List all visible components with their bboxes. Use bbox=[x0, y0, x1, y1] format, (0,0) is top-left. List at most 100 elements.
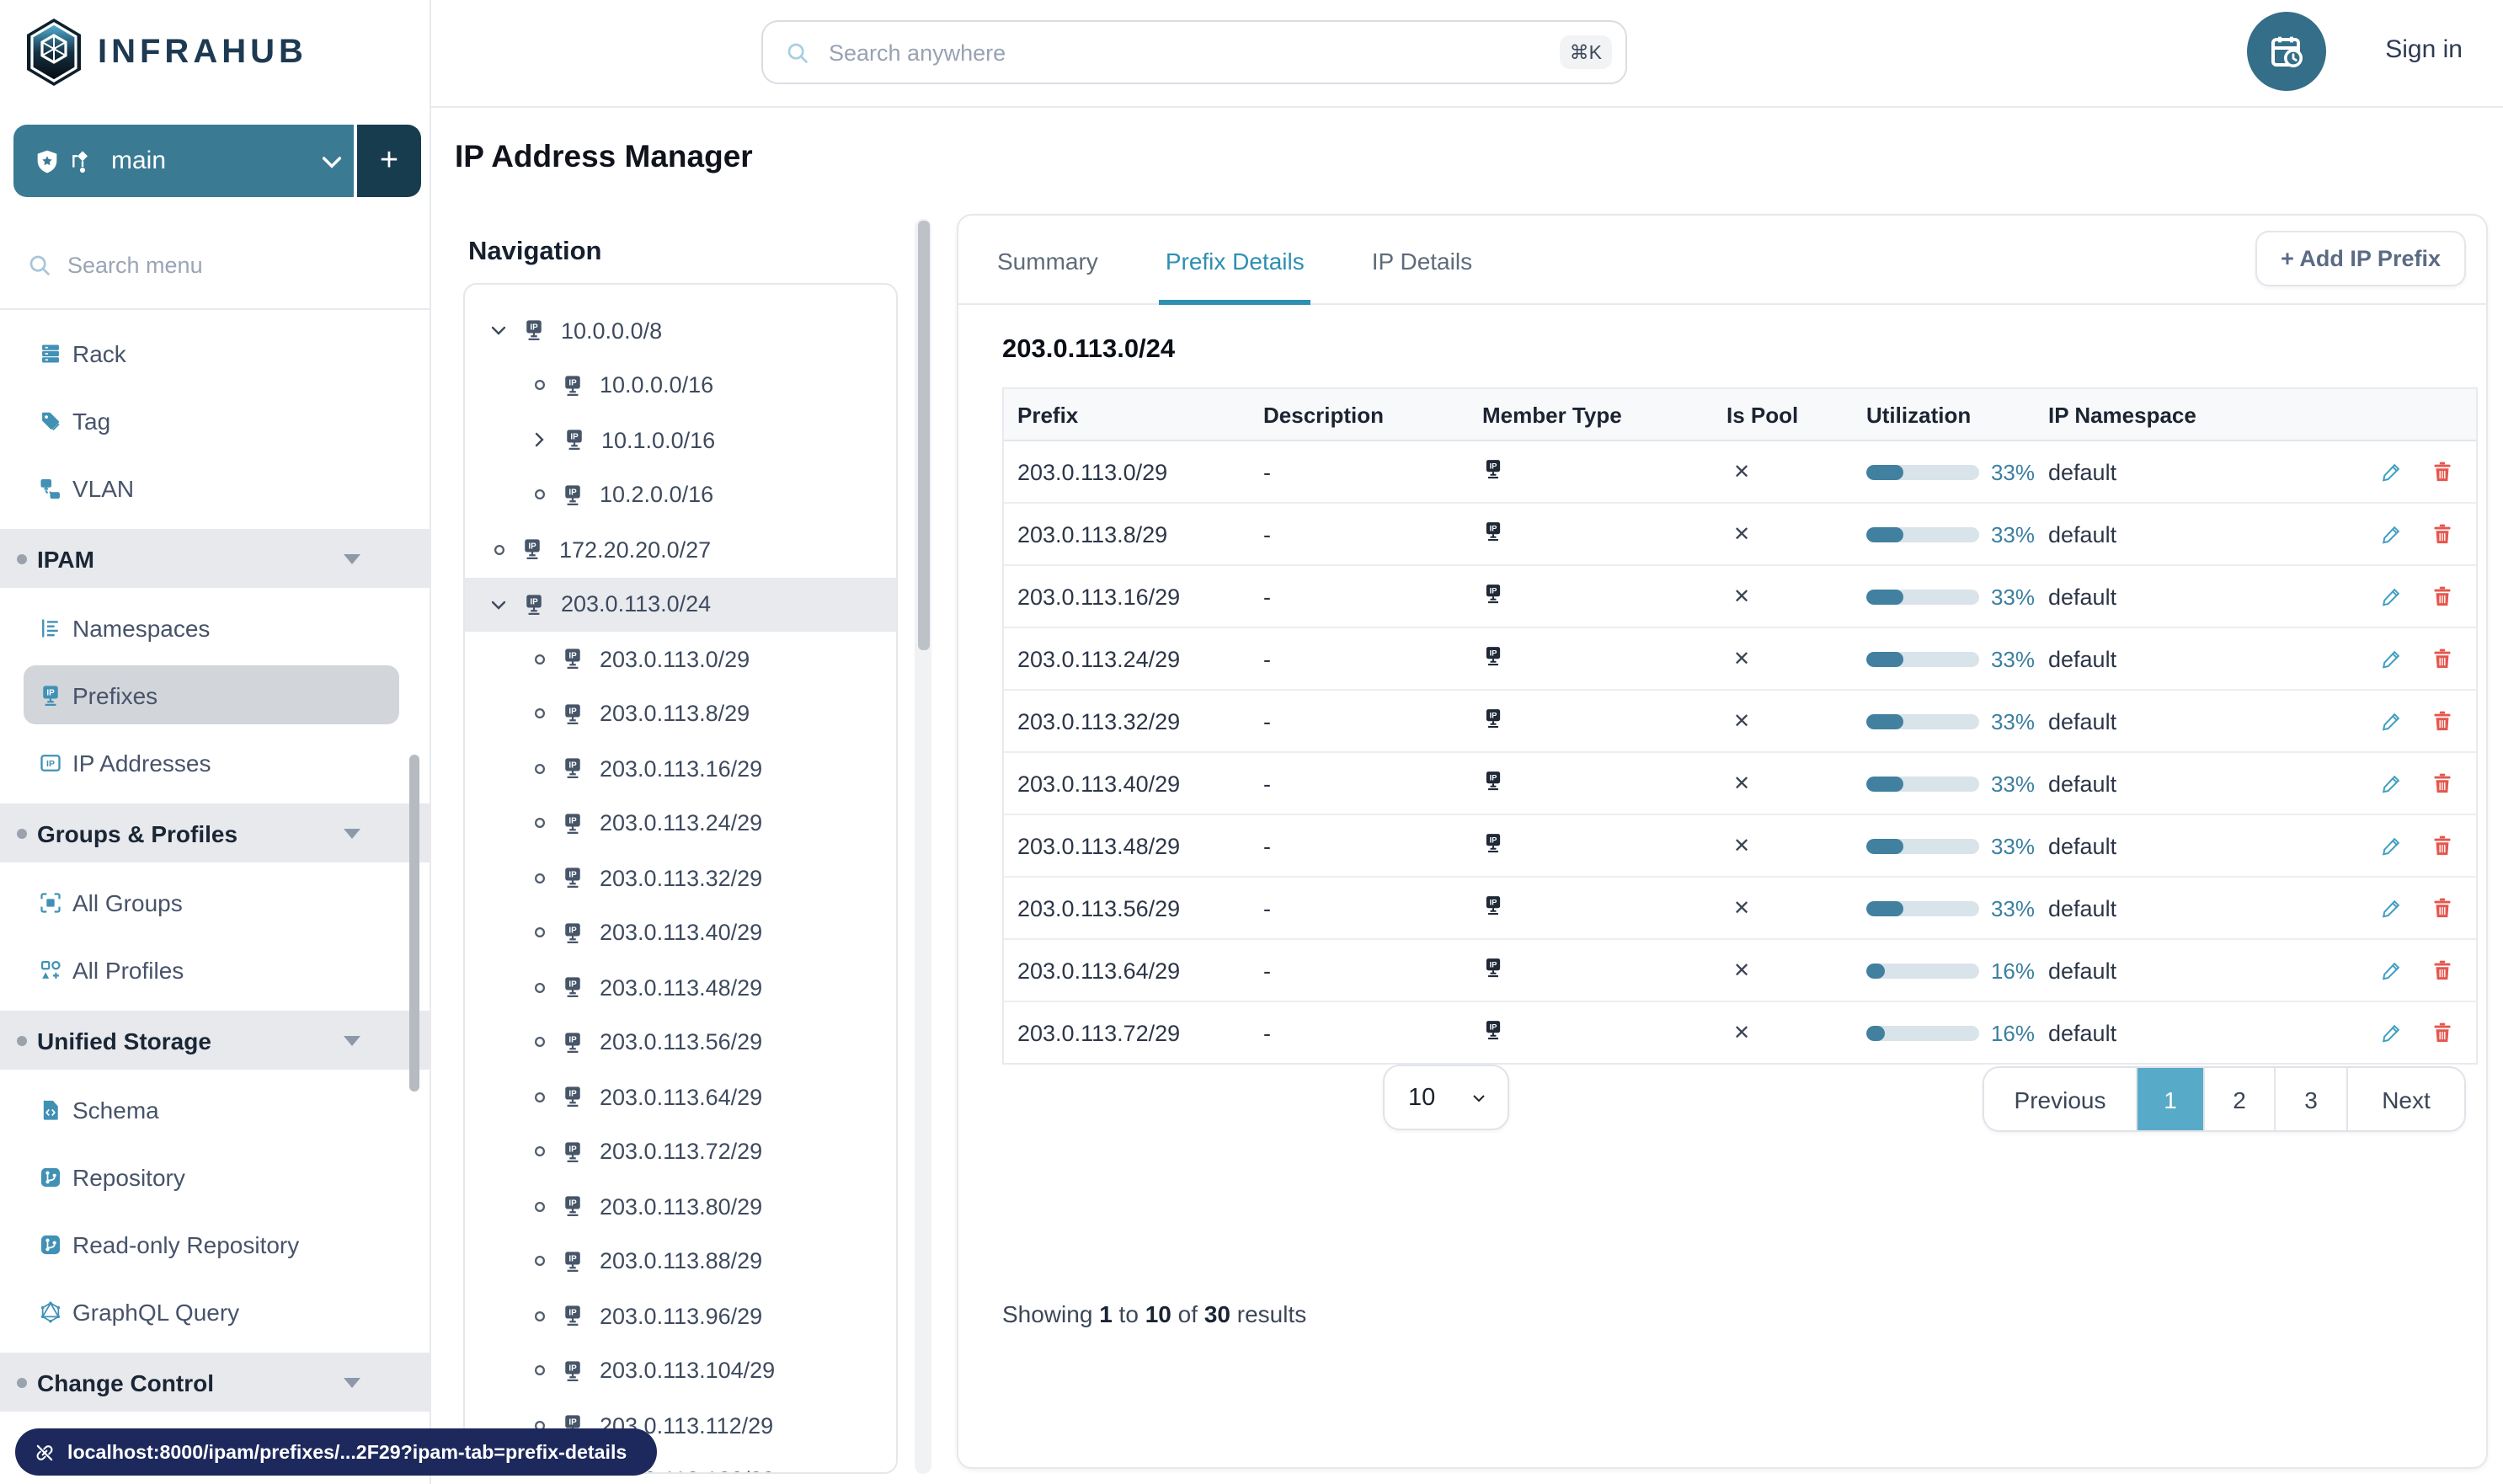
svg-text:IP: IP bbox=[1490, 836, 1497, 845]
tree-item[interactable]: IP 10.0.0.0/16 bbox=[465, 358, 896, 413]
tree-item[interactable]: IP 203.0.113.48/29 bbox=[465, 960, 896, 1015]
edit-icon[interactable] bbox=[2380, 585, 2404, 608]
tree-item[interactable]: IP 203.0.113.96/29 bbox=[465, 1289, 896, 1343]
tab-ip-details[interactable]: IP Details bbox=[1365, 248, 1479, 305]
page-button-previous[interactable]: Previous bbox=[1984, 1068, 2136, 1130]
branch-selector[interactable]: main + bbox=[13, 125, 421, 197]
page-button-2[interactable]: 2 bbox=[2203, 1068, 2274, 1130]
utilization-bar bbox=[1866, 776, 1979, 791]
delete-icon[interactable] bbox=[2431, 771, 2454, 795]
sidebar-search-input[interactable] bbox=[64, 250, 430, 279]
tree-item[interactable]: IP 203.0.113.24/29 bbox=[465, 796, 896, 851]
edit-icon[interactable] bbox=[2380, 709, 2404, 733]
global-search-input[interactable] bbox=[825, 38, 1560, 67]
tree-item[interactable]: IP 203.0.113.88/29 bbox=[465, 1234, 896, 1289]
utilization-bar bbox=[1866, 526, 1979, 542]
tree-item[interactable]: IP 203.0.113.16/29 bbox=[465, 741, 896, 796]
sidebar-item-rack[interactable]: Rack bbox=[0, 320, 430, 387]
sidebar-item-vlan[interactable]: VLAN bbox=[0, 455, 430, 522]
sidebar-search[interactable] bbox=[0, 232, 430, 296]
page-button-1[interactable]: 1 bbox=[2136, 1068, 2203, 1130]
sidebar-section-change-control[interactable]: Change Control bbox=[0, 1353, 430, 1412]
sidebar-item-label: GraphQL Query bbox=[72, 1299, 240, 1326]
branch-selector-main[interactable]: main bbox=[13, 125, 354, 197]
tree-scrollbar-thumb[interactable] bbox=[918, 221, 929, 650]
tab-summary[interactable]: Summary bbox=[990, 248, 1105, 305]
schedule-button[interactable] bbox=[2247, 12, 2326, 91]
sidebar-item-label: Rack bbox=[72, 340, 126, 367]
logo[interactable]: INFRAHUB bbox=[0, 0, 430, 106]
sidebar-section-ipam[interactable]: IPAM bbox=[0, 529, 430, 588]
sidebar-item-graphql-query[interactable]: GraphQL Query bbox=[0, 1278, 430, 1346]
sidebar-item-namespaces[interactable]: Namespaces bbox=[0, 595, 430, 662]
tree-item[interactable]: IP 10.0.0.0/8 bbox=[465, 303, 896, 358]
edit-icon[interactable] bbox=[2380, 771, 2404, 795]
tree-item[interactable]: IP 203.0.113.0/29 bbox=[465, 632, 896, 686]
tree-item[interactable]: IP 203.0.113.64/29 bbox=[465, 1070, 896, 1124]
delete-icon[interactable] bbox=[2431, 647, 2454, 670]
delete-icon[interactable] bbox=[2431, 834, 2454, 857]
delete-icon[interactable] bbox=[2431, 709, 2454, 733]
tree-item[interactable]: IP 203.0.113.80/29 bbox=[465, 1179, 896, 1234]
sidebar-item-label: Repository bbox=[72, 1164, 185, 1191]
repository-icon bbox=[39, 1166, 62, 1189]
sidebar-section-label: Unified Storage bbox=[37, 1027, 211, 1054]
tree-item[interactable]: IP 203.0.113.40/29 bbox=[465, 905, 896, 960]
add-ip-prefix-button[interactable]: + Add IP Prefix bbox=[2255, 231, 2466, 286]
delete-icon[interactable] bbox=[2431, 585, 2454, 608]
edit-icon[interactable] bbox=[2380, 647, 2404, 670]
add-branch-button[interactable]: + bbox=[357, 125, 421, 197]
tree-item[interactable]: IP 203.0.113.8/29 bbox=[465, 686, 896, 741]
sidebar-section-unified-storage[interactable]: Unified Storage bbox=[0, 1011, 430, 1070]
sidebar-divider bbox=[0, 308, 430, 310]
global-search[interactable]: ⌘K bbox=[761, 20, 1627, 84]
sidebar-item-repository[interactable]: Repository bbox=[0, 1144, 430, 1211]
page-button-3[interactable]: 3 bbox=[2274, 1068, 2346, 1130]
sidebar-item-schema[interactable]: Schema bbox=[0, 1076, 430, 1144]
edit-icon[interactable] bbox=[2380, 958, 2404, 982]
delete-icon[interactable] bbox=[2431, 522, 2454, 546]
leaf-bullet-icon bbox=[532, 1145, 547, 1160]
edit-icon[interactable] bbox=[2380, 834, 2404, 857]
sidebar-item-tag[interactable]: Tag bbox=[0, 387, 430, 455]
delete-icon[interactable] bbox=[2431, 1021, 2454, 1044]
svg-text:IP: IP bbox=[530, 597, 538, 606]
utilization-bar bbox=[1866, 589, 1979, 604]
cell-is-pool: ✕ bbox=[1733, 709, 1751, 733]
utilization-value: 33% bbox=[1990, 521, 2035, 547]
tab-prefix-details[interactable]: Prefix Details bbox=[1158, 248, 1311, 305]
tree-item[interactable]: IP 10.1.0.0/16 bbox=[465, 413, 896, 467]
page-size-select[interactable]: 10 bbox=[1383, 1065, 1509, 1130]
tree-item[interactable]: IP 203.0.113.32/29 bbox=[465, 851, 896, 905]
svg-text:IP: IP bbox=[568, 1309, 577, 1318]
edit-icon[interactable] bbox=[2380, 460, 2404, 483]
sidebar-section-groups-profiles[interactable]: Groups & Profiles bbox=[0, 803, 430, 862]
tree-item[interactable]: IP 203.0.113.0/24 bbox=[465, 577, 896, 632]
delete-icon[interactable] bbox=[2431, 958, 2454, 982]
sign-in-button[interactable]: Sign in bbox=[2385, 35, 2463, 64]
svg-text:IP: IP bbox=[1490, 1023, 1497, 1032]
sidebar-item-ip-addresses[interactable]: IP IP Addresses bbox=[0, 729, 430, 797]
page-button-next[interactable]: Next bbox=[2346, 1068, 2464, 1130]
sidebar-item-all-groups[interactable]: All Groups bbox=[0, 869, 430, 937]
tree-item[interactable]: IP 203.0.113.104/29 bbox=[465, 1343, 896, 1398]
edit-icon[interactable] bbox=[2380, 522, 2404, 546]
sidebar-item-all-profiles[interactable]: All Profiles bbox=[0, 937, 430, 1004]
tree-item[interactable]: IP 172.20.20.0/27 bbox=[465, 522, 896, 577]
delete-icon[interactable] bbox=[2431, 896, 2454, 920]
leaf-bullet-icon bbox=[532, 488, 547, 503]
tree-item[interactable]: IP 203.0.113.56/29 bbox=[465, 1015, 896, 1070]
edit-icon[interactable] bbox=[2380, 1021, 2404, 1044]
edit-icon[interactable] bbox=[2380, 896, 2404, 920]
utilization-bar bbox=[1866, 651, 1979, 666]
ip-prefix-icon: IP bbox=[520, 538, 544, 562]
cell-member-type: IP bbox=[1469, 894, 1713, 921]
cell-description: - bbox=[1263, 1020, 1271, 1045]
tree-item[interactable]: IP 10.2.0.0/16 bbox=[465, 467, 896, 522]
delete-icon[interactable] bbox=[2431, 460, 2454, 483]
schema-icon bbox=[39, 1098, 62, 1122]
sidebar-scrollbar[interactable] bbox=[409, 755, 419, 1092]
tree-item[interactable]: IP 203.0.113.72/29 bbox=[465, 1124, 896, 1179]
sidebar-item-read-only-repository[interactable]: Read-only Repository bbox=[0, 1211, 430, 1278]
sidebar-item-prefixes[interactable]: IP Prefixes bbox=[0, 662, 430, 729]
